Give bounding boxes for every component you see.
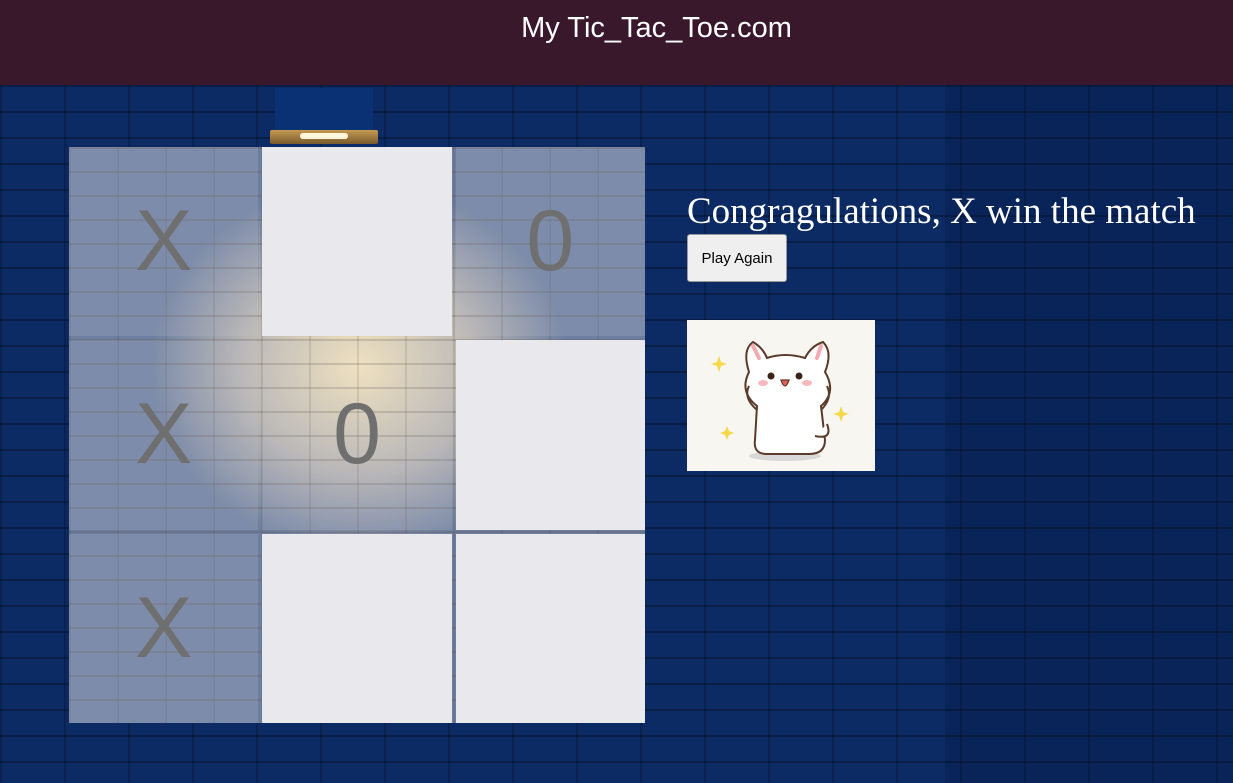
board-cell[interactable] (455, 533, 645, 723)
board-cell[interactable] (262, 533, 452, 723)
play-again-button[interactable]: Play Again (687, 234, 787, 282)
board-cell[interactable]: X (69, 340, 259, 530)
board-cell[interactable] (455, 340, 645, 530)
board-cell[interactable]: X (69, 533, 259, 723)
board-cell[interactable]: X (69, 147, 259, 337)
board-cell[interactable]: 0 (455, 147, 645, 337)
game-board: X 0 X 0 X (69, 147, 645, 723)
lamp-icon (270, 88, 378, 146)
site-title: My Tic_Tac_Toe.com (521, 12, 792, 44)
win-message: Congragulations, X win the match (687, 191, 1196, 232)
board-cell[interactable] (262, 147, 452, 337)
header-bar: My Tic_Tac_Toe.com (0, 0, 1233, 85)
cat-celebration-icon (711, 340, 849, 461)
celebration-image (687, 320, 875, 471)
board-cell[interactable]: 0 (262, 340, 452, 530)
